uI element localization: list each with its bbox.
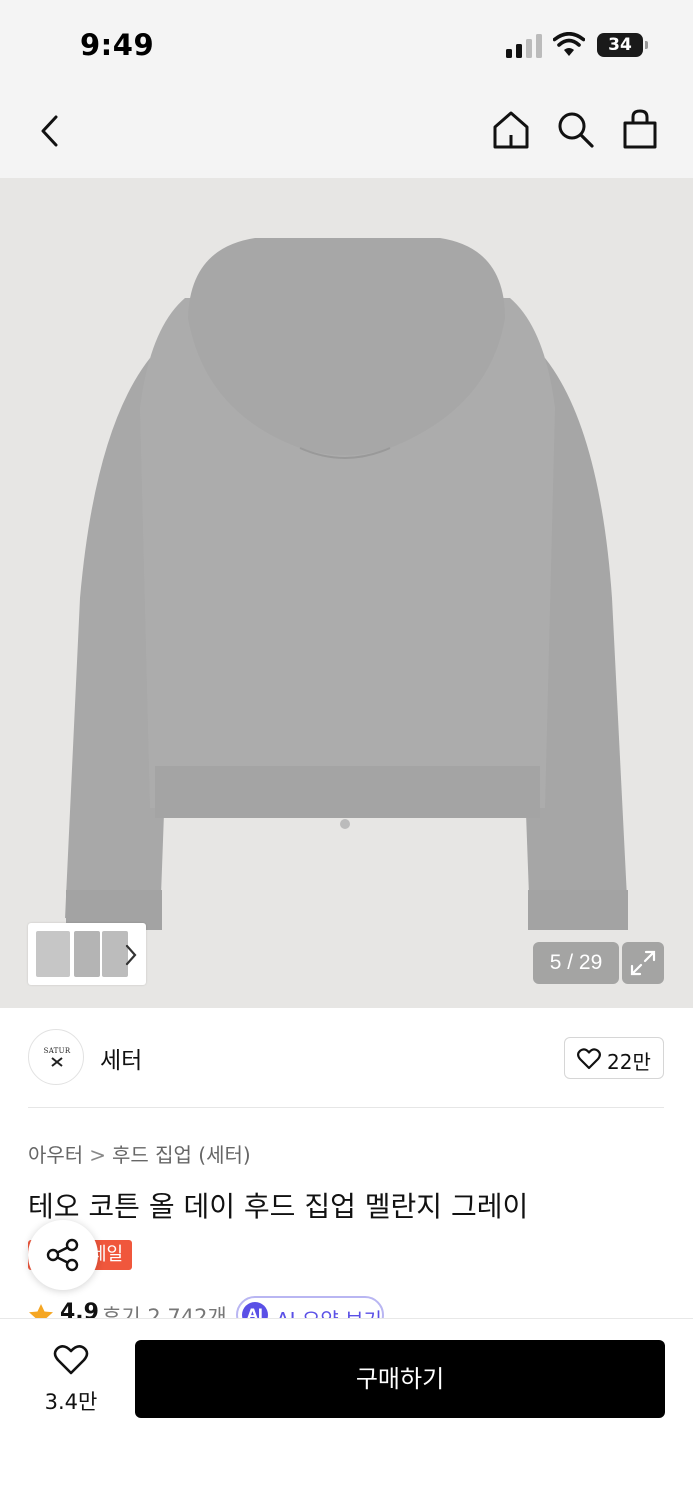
section-divider <box>28 1107 664 1108</box>
top-nav-bar <box>0 92 693 178</box>
battery-tip <box>645 41 648 49</box>
brand-like-button[interactable]: 22만 <box>564 1037 664 1079</box>
home-button[interactable] <box>492 110 530 150</box>
share-icon <box>46 1238 79 1272</box>
heart-outline-icon <box>53 1345 89 1375</box>
share-button[interactable] <box>28 1220 98 1290</box>
chevron-right-icon[interactable] <box>124 943 138 967</box>
thumbnail-1[interactable] <box>36 931 70 977</box>
brand-name[interactable]: 세터 <box>100 1041 142 1075</box>
home-icon <box>493 111 529 149</box>
search-icon <box>558 112 594 148</box>
breadcrumb-item-outer[interactable]: 아우터 <box>28 1143 83 1167</box>
breadcrumb-separator: > <box>89 1143 106 1167</box>
image-counter: 5 / 29 <box>533 942 619 984</box>
search-button[interactable] <box>556 110 596 150</box>
brand-logo[interactable]: SATUR <box>28 1029 84 1085</box>
product-title: 테오 코튼 올 데이 후드 집업 멜란지 그레이 <box>28 1190 529 1223</box>
status-bar: 9:49 34 <box>0 0 693 92</box>
wifi-icon <box>553 32 585 56</box>
buy-button[interactable]: 구매하기 <box>135 1340 665 1418</box>
product-image-gallery[interactable] <box>0 178 693 1008</box>
wishlist-count: 3.4만 <box>44 1390 98 1414</box>
expand-icon <box>630 950 656 976</box>
thumbnail-2[interactable] <box>74 931 100 977</box>
cart-button[interactable] <box>622 108 658 150</box>
heart-outline-icon <box>577 1048 601 1070</box>
product-photo-hoodie <box>0 178 693 1008</box>
shopping-bag-icon <box>623 109 657 149</box>
brand-logo-text: SATUR <box>43 1047 71 1055</box>
wishlist-button[interactable]: 3.4만 <box>36 1344 106 1414</box>
brand-emblem-icon <box>51 1057 63 1067</box>
battery-indicator: 34 <box>597 33 643 57</box>
breadcrumb-item-hood-zipup[interactable]: 후드 집업 (세터) <box>112 1143 251 1167</box>
status-time: 9:49 <box>80 28 155 62</box>
cellular-signal-icon <box>506 34 542 58</box>
chevron-left-icon <box>41 115 58 147</box>
breadcrumb: 아우터 > 후드 집업 (세터) <box>28 1139 251 1168</box>
back-button[interactable] <box>36 114 64 148</box>
brand-like-count: 22만 <box>607 1050 651 1074</box>
expand-button[interactable] <box>622 942 664 984</box>
